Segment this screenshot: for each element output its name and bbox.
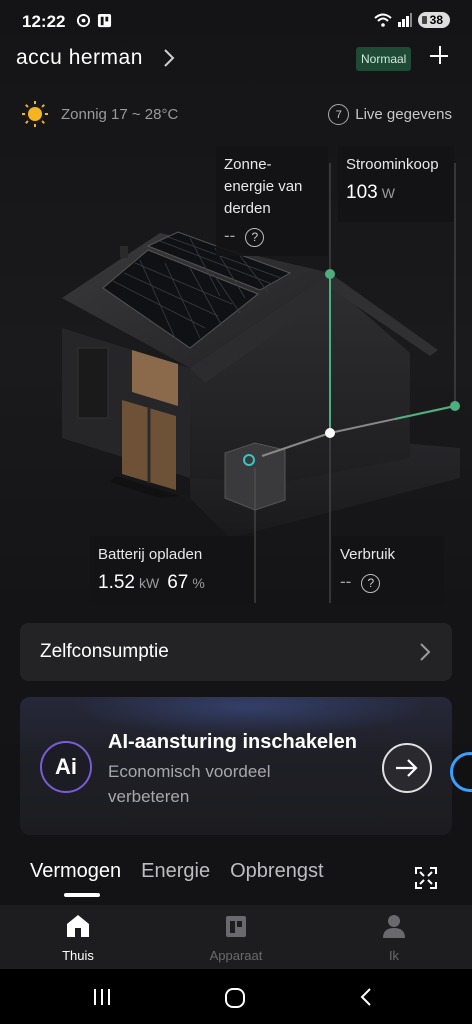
self-consumption-label: Zelfconsumptie: [40, 641, 169, 662]
app-notification-icon: [97, 13, 112, 28]
battery-indicator: 38: [417, 12, 450, 28]
battery-power-unit: kW: [138, 575, 160, 591]
tab-energie[interactable]: Energie: [141, 860, 210, 883]
consumption-label: Verbruik: [340, 546, 396, 563]
nav-label: Apparaat: [209, 948, 263, 963]
arrow-right-icon: [396, 759, 418, 777]
third-party-solar-value: --: [224, 226, 236, 245]
chevron-right-icon[interactable]: [160, 48, 178, 68]
tab-opbrengst[interactable]: Opbrengst: [230, 860, 323, 883]
back-icon[interactable]: [358, 987, 374, 1007]
ai-card-title: AI-aansturing inschakelen: [108, 731, 357, 753]
profile-icon: [383, 915, 405, 938]
fullscreen-icon[interactable]: [414, 866, 438, 890]
help-icon[interactable]: ?: [245, 227, 265, 247]
nav-thuis[interactable]: Thuis: [38, 913, 118, 963]
sun-icon: [22, 101, 48, 127]
grid-purchase-box[interactable]: Stroominkoop 103 W: [338, 146, 454, 222]
nav-apparaat[interactable]: Apparaat: [196, 913, 276, 963]
mode-badge[interactable]: Normaal: [356, 47, 412, 71]
hub-node: [325, 428, 335, 438]
chatgpt-notification-icon: [76, 13, 91, 28]
signal-icon: [397, 13, 412, 27]
third-party-solar-label: Zonne- energie van derden: [224, 156, 303, 217]
ai-icon: Ai: [40, 741, 92, 793]
grid-purchase-unit: W: [381, 185, 395, 201]
battery-power-value: 1.52: [98, 572, 135, 593]
live-badge: 7: [328, 104, 350, 125]
grid-purchase-label: Stroominkoop: [346, 156, 439, 173]
help-icon[interactable]: ?: [361, 573, 381, 593]
battery-soc-unit: %: [192, 575, 205, 591]
nav-ik[interactable]: Ik: [354, 913, 434, 963]
nav-label: Ik: [388, 948, 400, 963]
solar-node: [325, 269, 335, 279]
wifi-icon: [373, 13, 392, 27]
floating-assistant-button[interactable]: [450, 752, 472, 792]
live-data-button[interactable]: 7 Live gegevens: [328, 104, 452, 125]
chart-tabs: Vermogen Energie Opbrengst: [30, 860, 324, 883]
bottom-nav: Thuis Apparaat Ik: [0, 905, 472, 969]
header: accu herman Normaal: [0, 42, 472, 82]
active-tab-indicator: [64, 893, 100, 897]
live-label: Live gegevens: [355, 106, 452, 123]
arrow-right-button[interactable]: [382, 743, 432, 793]
ai-control-card[interactable]: Ai AI-aansturing inschakelen Economisch …: [20, 697, 452, 835]
consumption-box[interactable]: Verbruik -- ?: [332, 536, 444, 604]
weather-text: Zonnig 17 ~ 28°C: [61, 105, 179, 123]
status-bar: 12:22 38: [0, 0, 472, 42]
grid-node: [450, 401, 460, 411]
app-screen: 12:22 38 accu herman Normaal Zonnig 17 ~…: [0, 0, 472, 1024]
system-navigation-bar: [0, 969, 472, 1024]
device-icon: [226, 916, 246, 937]
grid-purchase-value: 103: [346, 182, 378, 203]
energy-flow-scene: Zonne- energie van derden -- ? Stroomink…: [0, 138, 472, 618]
battery-charge-label: Batterij opladen: [98, 546, 203, 563]
ai-card-subtitle: Economisch voordeel verbeteren: [108, 762, 271, 806]
nav-label: Thuis: [62, 948, 94, 963]
third-party-solar-box[interactable]: Zonne- energie van derden -- ?: [216, 146, 328, 256]
home-icon: [67, 915, 89, 937]
home-button-icon[interactable]: [224, 987, 246, 1009]
battery-soc-value: 67: [167, 572, 189, 593]
battery-charge-box[interactable]: Batterij opladen 1.52 kW 67 %: [90, 536, 254, 604]
recent-apps-icon[interactable]: [92, 987, 112, 1007]
consumption-value: --: [340, 572, 352, 591]
tab-vermogen[interactable]: Vermogen: [30, 860, 121, 883]
status-time: 12:22: [22, 12, 66, 31]
system-title[interactable]: accu herman: [16, 46, 143, 70]
weather-row: Zonnig 17 ~ 28°C: [22, 100, 178, 128]
self-consumption-card[interactable]: Zelfconsumptie: [20, 623, 452, 681]
add-icon[interactable]: [428, 44, 452, 68]
chevron-right-icon: [420, 643, 431, 661]
